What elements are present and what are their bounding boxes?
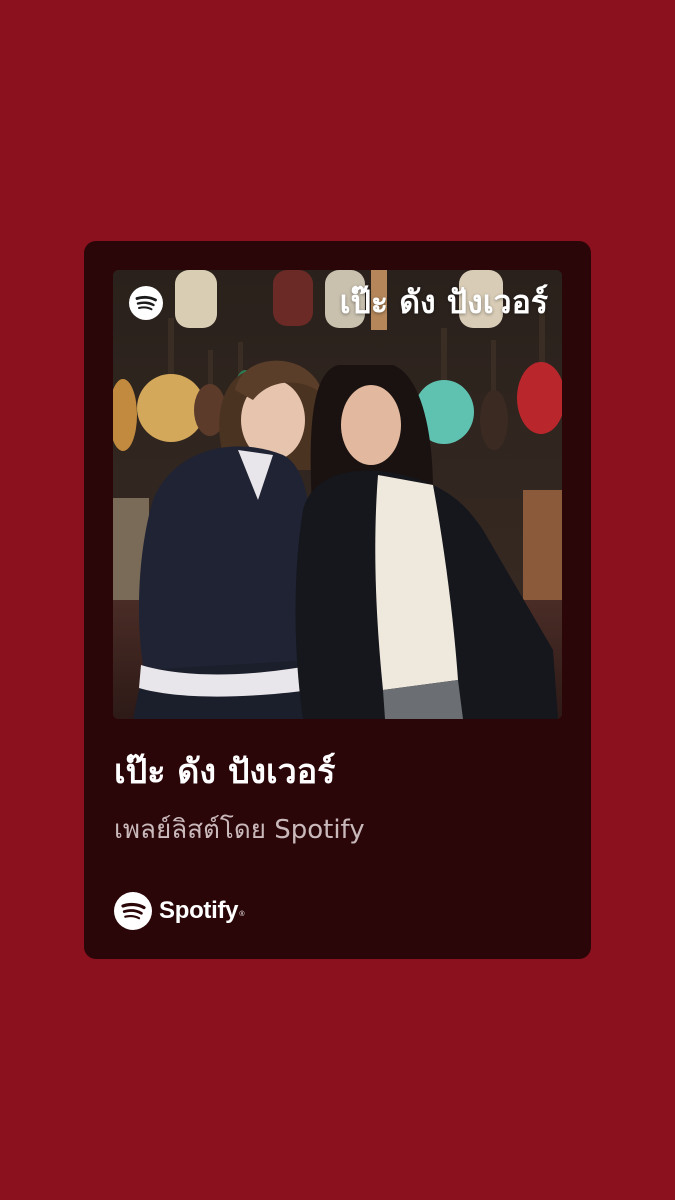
amp-right <box>523 490 562 610</box>
cover-photo <box>113 270 562 719</box>
playlist-share-card[interactable]: เป๊ะ ดัง ปังเวอร์ เป๊ะ ดัง ปังเวอร์ เพลย… <box>84 241 591 959</box>
playlist-cover-art: เป๊ะ ดัง ปังเวอร์ <box>113 270 562 719</box>
spotify-logo-icon <box>114 892 152 930</box>
playlist-title[interactable]: เป๊ะ ดัง ปังเวอร์ <box>114 748 335 796</box>
cover-spotify-logo-icon <box>129 286 163 320</box>
story-background: { "playlist": { "cover_title": "เป๊ะ ดัง… <box>0 0 675 1200</box>
cover-playlist-title: เป๊ะ ดัง ปังเวอร์ <box>339 283 548 321</box>
playlist-subtitle: เพลย์ลิสต์โดย Spotify <box>114 815 365 845</box>
spotify-branding: Spotify <box>114 892 244 934</box>
spotify-wordmark: Spotify <box>159 892 244 934</box>
